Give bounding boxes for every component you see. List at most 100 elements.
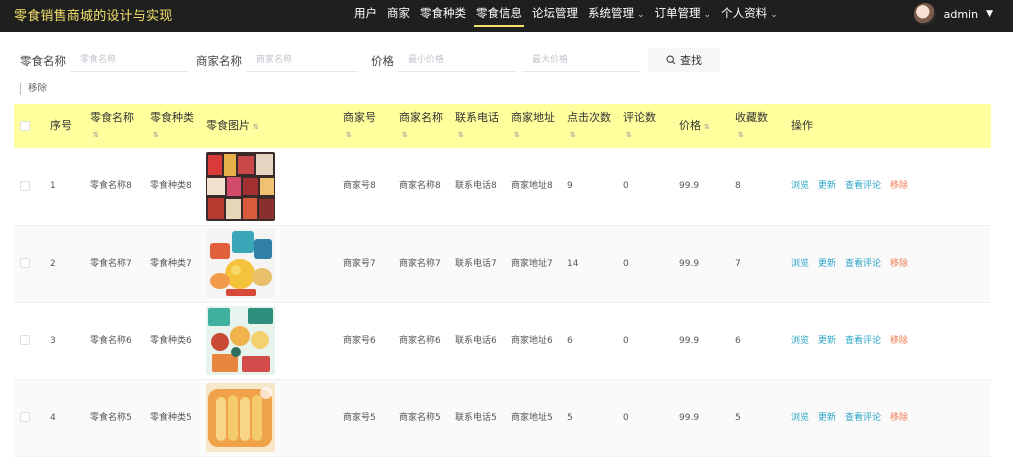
merchant-name-label: 商家名称 [196, 54, 242, 68]
update-button[interactable]: 更新 [818, 181, 836, 191]
header-price[interactable]: 价格 ⇅ [673, 104, 729, 148]
cell-merchant-name: 商家名称5 [399, 412, 441, 423]
cell-comments: 0 [623, 412, 629, 423]
nav-item-merchants[interactable]: 商家 [385, 0, 412, 32]
cell-address: 商家地址6 [511, 335, 553, 346]
remove-button[interactable]: 移除 [890, 259, 908, 269]
header-merchant-name[interactable]: 商家名称 ⇅ [393, 104, 449, 148]
row-checkbox[interactable] [20, 412, 30, 422]
sort-icon[interactable]: ⇅ [704, 123, 710, 131]
chevron-down-icon: ⌄ [703, 10, 712, 20]
sort-icon[interactable]: ⇅ [93, 131, 99, 139]
row-checkbox[interactable] [20, 335, 30, 345]
cell-comments: 0 [623, 335, 629, 346]
cell-name: 零食名称7 [90, 258, 132, 269]
view-button[interactable]: 浏览 [791, 336, 809, 346]
user-menu[interactable]: admin ▼ [913, 3, 993, 25]
update-button[interactable]: 更新 [818, 336, 836, 346]
sort-icon[interactable]: ⇅ [402, 131, 408, 139]
sort-icon[interactable]: ⇅ [514, 131, 520, 139]
nav-item-snack-categories[interactable]: 零食种类 [418, 0, 468, 32]
snack-image[interactable] [206, 383, 275, 452]
header-actions: 操作 [785, 104, 991, 148]
sort-icon[interactable]: ⇅ [458, 131, 464, 139]
header-comments[interactable]: 评论数 ⇅ [617, 104, 673, 148]
remove-button[interactable]: 移除 [890, 181, 908, 191]
view-comments-button[interactable]: 查看评论 [845, 259, 881, 269]
nav-label: 个人资料 [721, 6, 768, 20]
sort-icon[interactable]: ⇅ [738, 131, 744, 139]
cell-favorites: 8 [735, 181, 741, 192]
cell-category: 零食种类6 [150, 335, 192, 346]
sort-icon[interactable]: ⇅ [570, 131, 576, 139]
cell-actions: 浏览 更新 查看评论 移除 [785, 302, 991, 379]
cell-index: 1 [50, 181, 56, 192]
nav-label: 用户 [354, 6, 377, 20]
sort-icon[interactable]: ⇅ [346, 131, 352, 139]
header-favorites[interactable]: 收藏数 ⇅ [729, 104, 785, 148]
nav-item-forum[interactable]: 论坛管理 [530, 0, 580, 32]
max-price-input[interactable] [522, 48, 640, 72]
cell-clicks: 9 [567, 181, 573, 192]
table-header-row: 序号 零食名称 ⇅ 零食种类⇅ 零食图片 ⇅ 商家号 ⇅ 商家名称⇅ 联系电话 ⇅ 商家… [14, 104, 991, 148]
cell-phone: 联系电话8 [455, 181, 497, 192]
search-icon [666, 55, 676, 65]
view-comments-button[interactable]: 查看评论 [845, 181, 881, 191]
nav-item-snack-info[interactable]: 零食信息 [474, 0, 524, 32]
header-category[interactable]: 零食种类 ⇅ [144, 104, 200, 148]
header-index: 序号 [44, 104, 84, 148]
cell-merchant-no: 商家号6 [343, 335, 376, 346]
row-checkbox[interactable] [20, 180, 30, 191]
nav-item-users[interactable]: 用户 [352, 0, 379, 32]
remove-button[interactable]: 移除 [890, 413, 908, 423]
select-all-cell [14, 104, 44, 148]
remove-button[interactable]: 移除 [890, 336, 908, 346]
header-name[interactable]: 零食名称 ⇅ [84, 104, 144, 148]
table-row: 4 零食名称5 零食种类5 商家号5 商家名称5 联系电话5 商家地址5 5 0… [14, 379, 991, 456]
header-clicks[interactable]: 点击次数 ⇅ [561, 104, 617, 148]
header-label: 收藏数 [735, 111, 768, 124]
view-button[interactable]: 浏览 [791, 181, 809, 191]
view-comments-button[interactable]: 查看评论 [845, 413, 881, 423]
view-comments-button[interactable]: 查看评论 [845, 336, 881, 346]
sort-icon[interactable]: ⇅ [153, 131, 159, 139]
header-label: 点击次数 [567, 111, 611, 124]
snack-image[interactable] [206, 151, 275, 221]
cell-index: 2 [50, 258, 56, 269]
sort-icon[interactable]: ⇅ [253, 123, 259, 131]
header-image[interactable]: 零食图片 ⇅ [200, 104, 337, 148]
header-merchant-no[interactable]: 商家号 ⇅ [337, 104, 393, 148]
select-all-checkbox[interactable] [20, 121, 30, 131]
chevron-down-icon: ⌄ [770, 10, 778, 20]
nav-item-orders[interactable]: 订单管理 ⌄ [653, 0, 714, 32]
cell-merchant-name: 商家名称8 [399, 181, 441, 192]
nav-item-system[interactable]: 系统管理 ⌄ [586, 0, 647, 32]
batch-remove-button[interactable]: 移除 [20, 83, 47, 95]
cell-favorites: 6 [735, 335, 741, 346]
sort-icon[interactable]: ⇅ [626, 131, 632, 139]
snack-name-input[interactable] [70, 48, 188, 72]
snack-table: 序号 零食名称 ⇅ 零食种类⇅ 零食图片 ⇅ 商家号 ⇅ 商家名称⇅ 联系电话 ⇅ 商家… [14, 104, 991, 457]
row-checkbox[interactable] [20, 258, 30, 268]
min-price-input[interactable] [398, 48, 516, 72]
header-phone[interactable]: 联系电话 ⇅ [449, 104, 505, 148]
merchant-name-input[interactable] [246, 48, 358, 72]
header-label: 联系电话 [455, 111, 499, 124]
search-button[interactable]: 查找 [648, 48, 720, 72]
nav-item-profile[interactable]: 个人资料 ⌄ [719, 0, 780, 32]
snack-image[interactable] [206, 306, 275, 375]
header-label: 零食名称 [90, 111, 134, 124]
update-button[interactable]: 更新 [818, 413, 836, 423]
cell-address: 商家地址5 [511, 412, 553, 423]
header-label: 序号 [50, 119, 72, 132]
header-label: 操作 [791, 119, 813, 132]
view-button[interactable]: 浏览 [791, 259, 809, 269]
user-name: admin [943, 7, 979, 21]
header-address[interactable]: 商家地址 ⇅ [505, 104, 561, 148]
cell-clicks: 5 [567, 412, 573, 423]
header-label: 商家号 [343, 111, 376, 124]
view-button[interactable]: 浏览 [791, 413, 809, 423]
cell-image [200, 148, 337, 225]
update-button[interactable]: 更新 [818, 259, 836, 269]
snack-image[interactable] [206, 229, 275, 298]
